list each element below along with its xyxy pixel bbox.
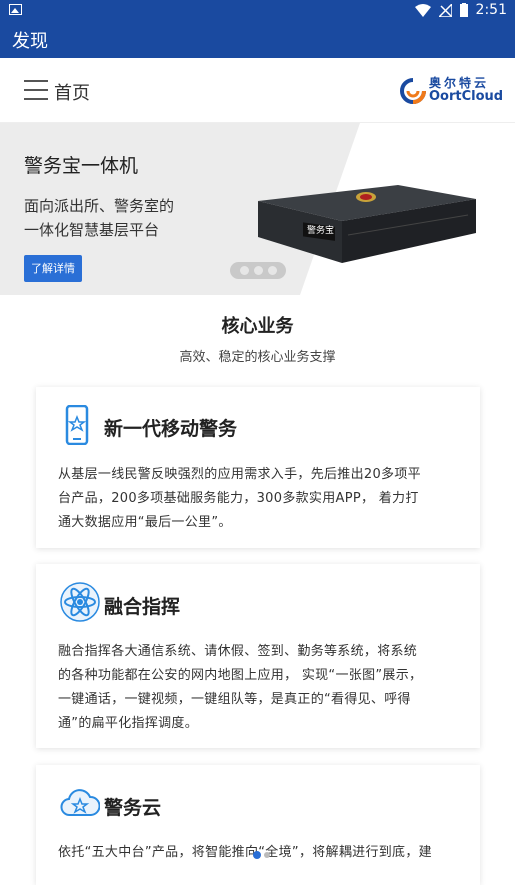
card-body-line: 台产品，200多项基础服务能力，300多款实用APP， 着力打 [58,491,419,506]
card-body-line: 一键通话，一键视频，一键组队等，是真正的“看得见、呼得 [58,692,411,707]
service-card-mobile-police[interactable]: 新一代移动警务 从基层一线民警反映强烈的应用需求入手，先后推出20多项平 台产品… [36,387,480,548]
wifi-icon [414,3,431,17]
logo-mark-icon [400,78,426,104]
menu-icon[interactable] [24,80,48,100]
device-image: 警务宝 [258,185,476,263]
device-label: 警务宝 [307,224,334,236]
card-body: 融合指挥各大通信系统、请休假、签到、勤务等系统，将系统 的各种功能都在公安的网内… [58,640,463,736]
card-body-line: 从基层一线民警反映强烈的应用需求入手，先后推出20多项平 [58,467,421,482]
home-link[interactable]: 首页 [54,79,90,105]
hero-title: 警务宝一体机 [24,155,139,177]
hero-banner[interactable]: 警务宝一体机 面向派出所、警务室的 一体化智慧基层平台 了解详情 警务宝 [0,123,515,295]
card-body-line: 通大数据应用“最后一公里”。 [58,515,232,530]
page-indicator [264,852,270,858]
card-body-line: 融合指挥各大通信系统、请休假、签到、勤务等系统，将系统 [58,644,418,659]
service-card-police-cloud[interactable]: 警务云 依托“五大中台”产品，将智能推向“全境”，将解耦进行到底，建 [36,765,480,885]
mobile-police-icon [65,405,89,445]
learn-more-button[interactable]: 了解详情 [24,255,82,282]
cloud-icon [60,789,100,816]
card-title: 融合指挥 [104,596,181,618]
card-title: 警务云 [104,797,162,819]
no-signal-icon [438,3,452,17]
image-notification-icon [9,4,22,15]
card-body: 从基层一线民警反映强烈的应用需求入手，先后推出20多项平 台产品，200多项基础… [58,463,463,535]
card-body-line: 的各种功能都在公安的网内地图上应用， 实现“一张图”展示， [58,668,423,683]
card-title: 新一代移动警务 [104,418,238,440]
carousel-indicator[interactable] [230,262,286,279]
oort-cloud-logo[interactable]: 奥尔特云 OortCloud [399,74,503,108]
section-title: 核心业务 [221,316,294,337]
logo-text-en: OortCloud [429,89,504,104]
app-bar: 发现 [0,20,515,58]
battery-icon [459,3,468,17]
app-title: 发现 [12,31,48,52]
clock: 2:51 [475,2,507,18]
hero-line1: 面向派出所、警务室的 [24,197,175,215]
top-nav: 首页 奥尔特云 OortCloud [0,58,515,123]
status-bar: 2:51 [0,0,515,20]
section-subtitle: 高效、稳定的核心业务支撑 [179,350,336,365]
card-body-line: 通”的扁平化指挥调度。 [58,716,199,731]
service-card-fusion-command[interactable]: 融合指挥 融合指挥各大通信系统、请休假、签到、勤务等系统，将系统 的各种功能都在… [36,564,480,748]
page-indicator-active [253,851,261,859]
hero-line2: 一体化智慧基层平台 [24,221,160,239]
atom-icon [60,582,100,622]
